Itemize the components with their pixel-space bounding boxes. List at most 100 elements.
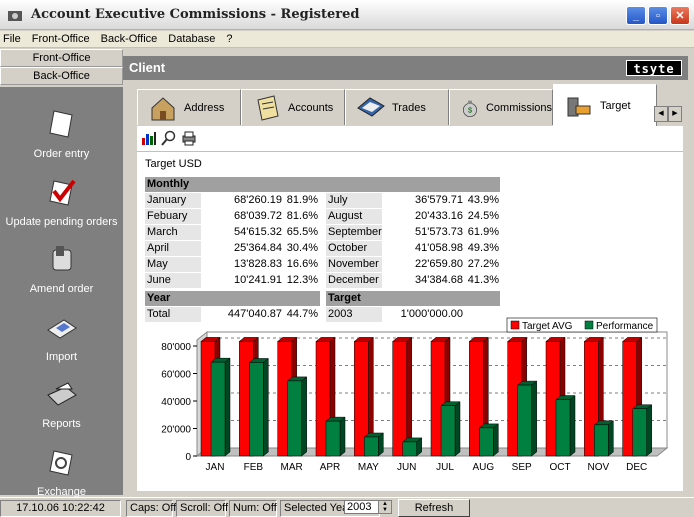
status-scroll: Scroll: Off xyxy=(176,500,228,517)
address-icon xyxy=(151,96,175,120)
month-value: 68'039.72 xyxy=(234,210,282,222)
refresh-button[interactable]: Refresh xyxy=(398,499,470,517)
month-percent: 61.9% xyxy=(467,226,499,238)
tab-trades[interactable]: Trades xyxy=(345,89,449,125)
month-label: January xyxy=(145,193,201,208)
menu-front-office[interactable]: Front-Office xyxy=(27,33,96,45)
chart-icon[interactable] xyxy=(141,130,157,146)
month-value: 41'058.98 xyxy=(415,242,463,254)
search-icon[interactable] xyxy=(161,130,177,146)
monthly-header: Monthly xyxy=(145,177,500,192)
sidebar-item-reports[interactable]: Reports xyxy=(0,379,123,430)
performance-bar xyxy=(210,361,226,457)
svg-text:$: $ xyxy=(468,105,472,114)
chart-x-tick-label: MAR xyxy=(281,462,303,473)
menu-database[interactable]: Database xyxy=(163,33,221,45)
tab-scroll-left-button[interactable]: ◀ xyxy=(654,106,668,122)
performance-bar xyxy=(479,427,494,457)
status-num: Num: Off xyxy=(229,500,277,517)
month-percent: 49.3% xyxy=(467,242,499,254)
tab-scroll-right-button[interactable]: ▶ xyxy=(668,106,682,122)
chart-x-tick-label: MAY xyxy=(358,462,379,473)
accounts-icon xyxy=(257,94,279,121)
legend-label: Target AVG xyxy=(522,321,573,332)
month-percent: 27.2% xyxy=(467,258,499,270)
tab-address[interactable]: Address xyxy=(137,89,241,125)
chart-x-tick-label: DEC xyxy=(626,462,647,473)
tab-accounts[interactable]: Accounts xyxy=(241,89,345,125)
menu-file[interactable]: File xyxy=(0,33,27,45)
month-value: 51'573.73 xyxy=(415,226,463,238)
menu-back-office[interactable]: Back-Office xyxy=(96,33,164,45)
target-currency-title: Target USD xyxy=(145,158,202,170)
month-percent: 65.5% xyxy=(286,226,318,238)
month-label: September xyxy=(326,225,382,240)
year-spinner[interactable]: ▲ ▼ xyxy=(378,500,392,514)
month-percent: 41.3% xyxy=(467,274,499,286)
sidebar-item-amend-order[interactable]: Amend order xyxy=(0,244,123,295)
performance-bar-side xyxy=(493,423,499,457)
phone-icon xyxy=(52,246,71,271)
chart-x-tick-label: JUN xyxy=(397,462,416,473)
content-toolbar xyxy=(141,130,197,146)
print-icon[interactable] xyxy=(181,130,197,146)
month-value: 10'241.91 xyxy=(234,274,282,286)
chart-x-tick-label: APR xyxy=(320,462,341,473)
maximize-button[interactable]: ▫ xyxy=(648,6,668,25)
tab-commissions[interactable]: $ Commissions xyxy=(449,89,553,125)
close-button[interactable]: ✕ xyxy=(670,6,690,25)
sidebar-panel: Order entry Update pending orders Amend … xyxy=(0,87,123,498)
month-percent: 12.3% xyxy=(286,274,318,286)
exchange-icon xyxy=(48,450,73,476)
sidebar-item-import[interactable]: Import xyxy=(0,312,123,363)
tab-label: Address xyxy=(184,101,225,114)
month-percent: 30.4% xyxy=(286,242,318,254)
performance-bar xyxy=(364,436,379,457)
sidebar-tab-front-office[interactable]: Front-Office xyxy=(0,49,123,67)
performance-bar-side xyxy=(454,401,461,457)
chart-x-tick-label: AUG xyxy=(472,462,494,473)
tab-label: Target xyxy=(600,100,631,112)
year-header: Year xyxy=(145,291,320,306)
month-label: May xyxy=(145,257,201,272)
tab-label: Commissions xyxy=(485,101,552,114)
target-content: Target USD Monthly January 68'260.19 81.9%… xyxy=(137,126,683,491)
sidebar-item-exchange[interactable]: Exchange xyxy=(0,447,123,498)
section-title: Client xyxy=(129,60,166,75)
selected-year-input[interactable]: 2003 xyxy=(344,500,380,514)
month-percent: 81.9% xyxy=(286,194,318,206)
sidebar-item-label: Update pending orders xyxy=(5,216,118,228)
minimize-button[interactable]: _ xyxy=(626,6,646,25)
status-datetime: 17.10.06 10:22:42 xyxy=(0,500,121,517)
performance-bar-side xyxy=(301,376,307,457)
performance-bar-side xyxy=(569,395,576,457)
sidebar-item-update-pending-orders[interactable]: Update pending orders xyxy=(0,177,123,228)
legend-label: Performance xyxy=(596,321,654,332)
sidebar-tab-back-office[interactable]: Back-Office xyxy=(0,67,123,85)
menu-help[interactable]: ? xyxy=(221,33,238,45)
chart-y-tick-label: 0 xyxy=(185,452,191,463)
title-bar: Account Executive Commissions - Register… xyxy=(0,0,694,30)
app-icon xyxy=(8,10,22,21)
chart-x-tick-label: OCT xyxy=(549,462,570,473)
chart-x-tick-label: FEB xyxy=(244,462,264,473)
tab-target[interactable]: Target xyxy=(553,84,657,127)
window-title: Account Executive Commissions - Register… xyxy=(31,7,360,22)
month-label: July xyxy=(326,193,382,208)
target-avg-bar xyxy=(392,341,407,457)
sidebar-item-order-entry[interactable]: Order entry xyxy=(0,109,123,160)
performance-bar xyxy=(249,362,264,457)
blank-page-icon xyxy=(48,110,73,138)
sidebar-item-label: Amend order xyxy=(29,283,94,295)
chart-x-tick-label: SEP xyxy=(512,462,532,473)
legend-swatch xyxy=(584,320,594,330)
performance-bar xyxy=(632,408,647,457)
month-value: 20'433.16 xyxy=(415,210,463,222)
performance-bar-side xyxy=(531,380,537,457)
performance-bar-side xyxy=(263,357,269,457)
tab-label: Accounts xyxy=(288,101,334,114)
status-bar: 17.10.06 10:22:42 Caps: Off Scroll: Off … xyxy=(0,497,694,517)
menu-bar: File Front-Office Back-Office Database ? xyxy=(0,31,694,48)
performance-bar-side xyxy=(224,357,231,457)
month-label: November xyxy=(326,257,382,272)
